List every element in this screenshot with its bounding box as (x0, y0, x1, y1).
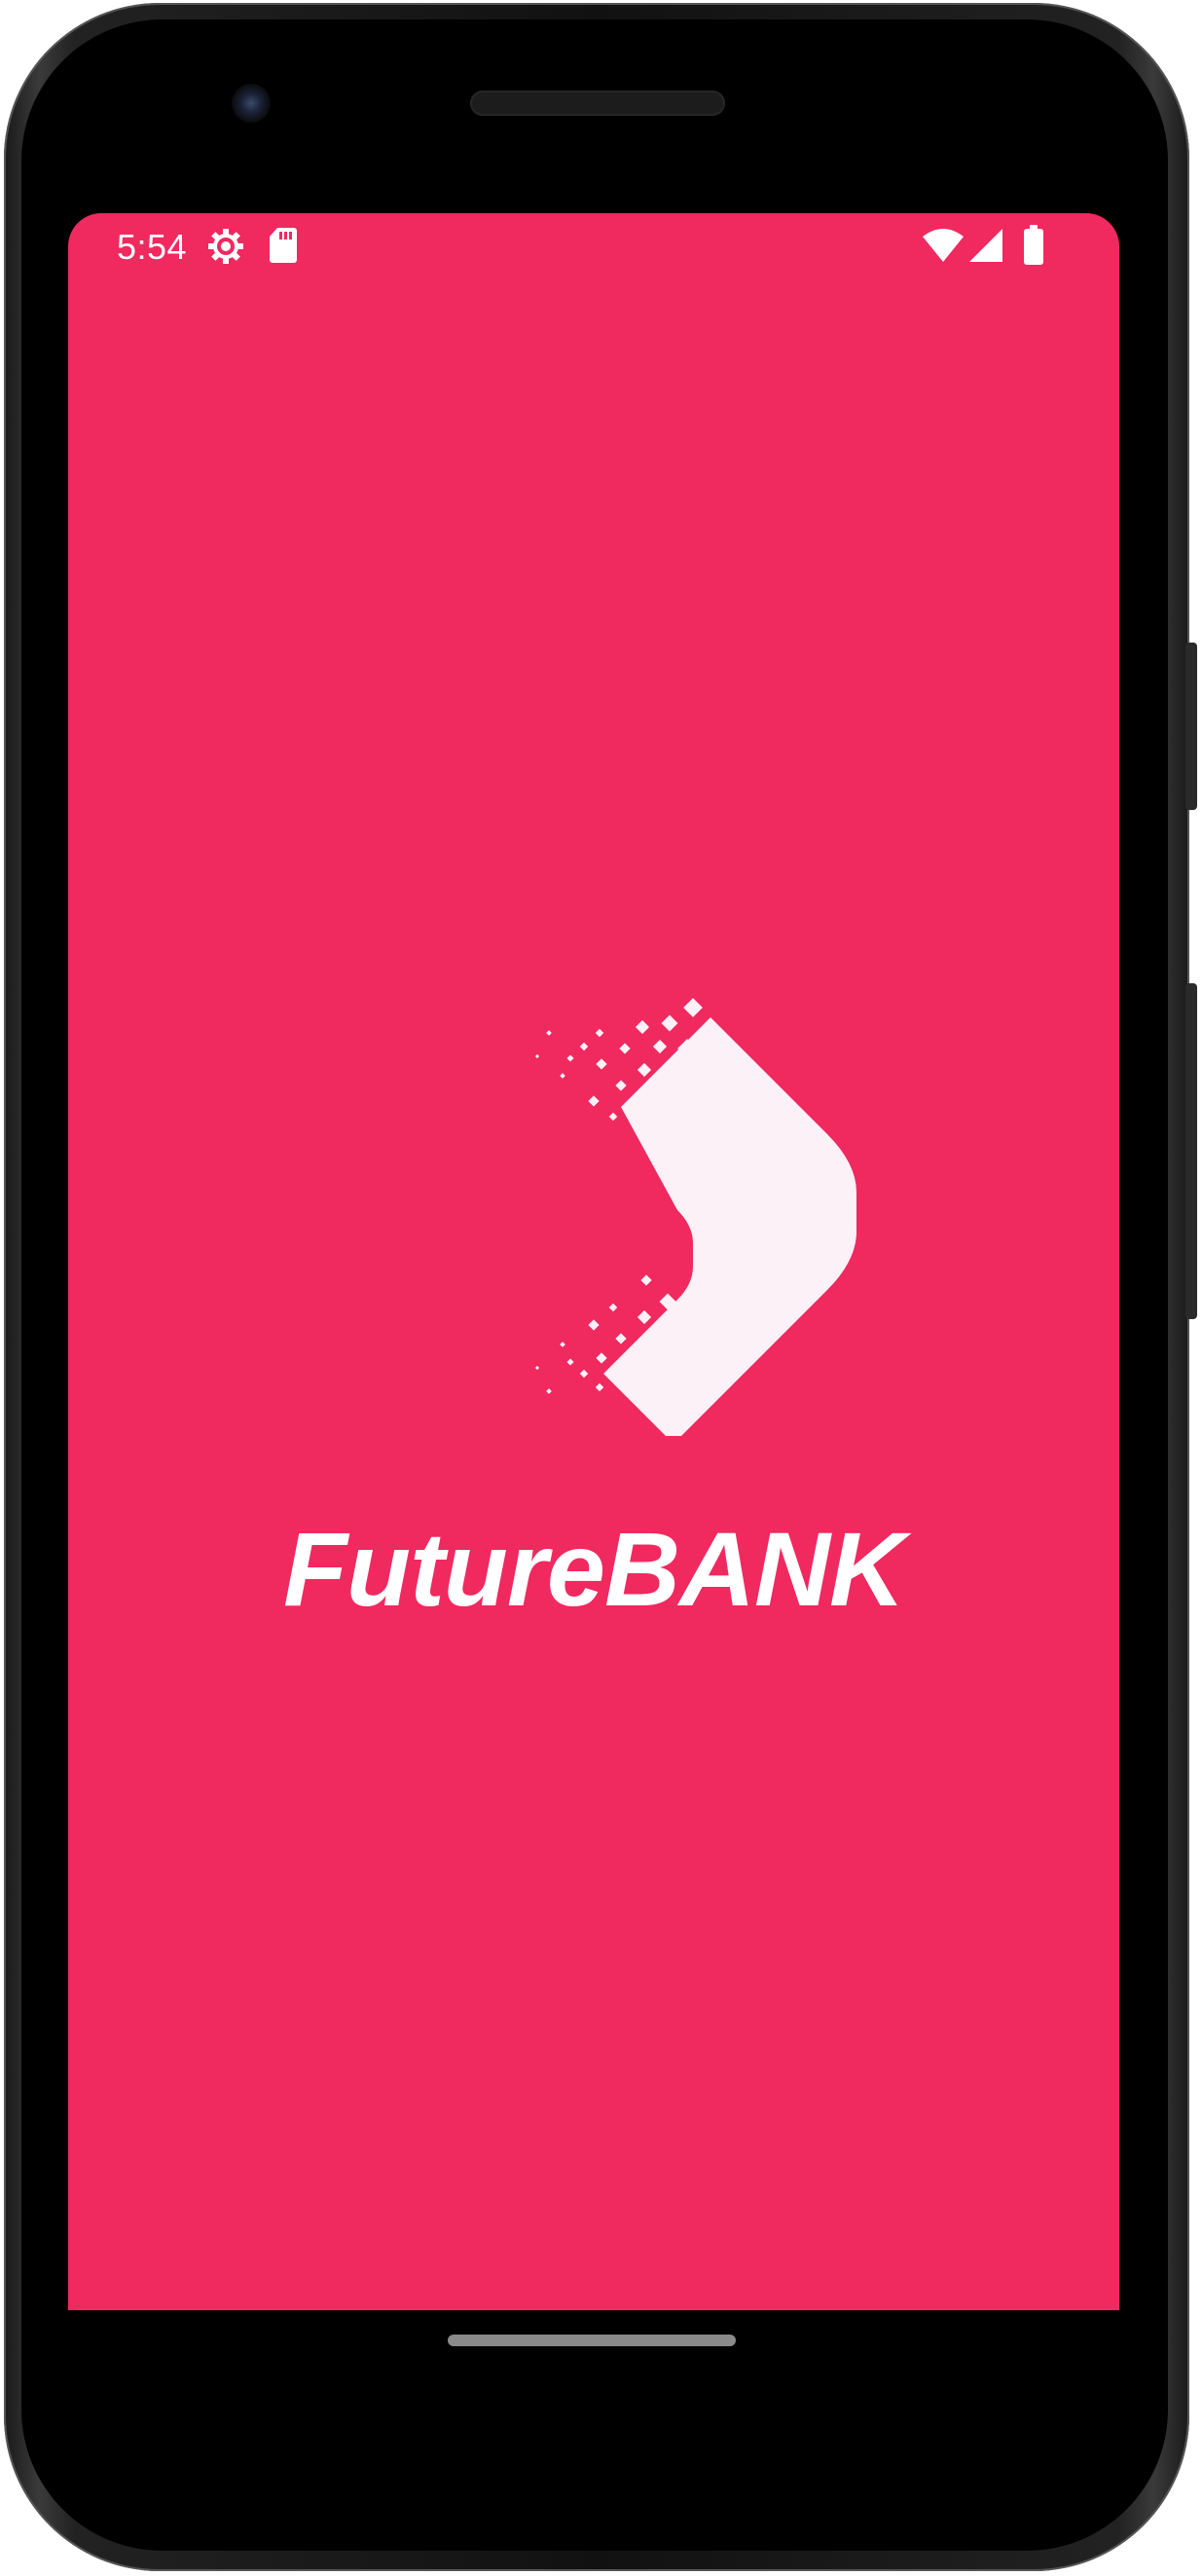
logo-pixel (588, 1319, 600, 1331)
logo-pixel (608, 1303, 618, 1312)
logo-pixel (560, 1073, 565, 1079)
logo-pixel (534, 1053, 540, 1059)
chevron-pixel-logo (534, 998, 856, 1436)
earpiece-speaker (470, 91, 725, 116)
status-time: 5:54 (117, 227, 188, 267)
logo-pixel (615, 1333, 627, 1344)
home-gesture-bar[interactable] (448, 2335, 736, 2346)
settings-gear-icon (208, 229, 243, 264)
logo-pixel (566, 1358, 574, 1366)
power-button (1185, 643, 1197, 810)
sd-card-icon (270, 228, 297, 263)
battery-icon (1024, 225, 1043, 265)
volume-button (1185, 983, 1197, 1319)
logo-pixel (546, 1388, 552, 1394)
logo-pixel (595, 1028, 604, 1038)
logo-pixel (566, 1054, 574, 1062)
splash-screen: 5:54 FutureBANK (68, 213, 1119, 2310)
phone-device-frame: 5:54 FutureBANK (0, 0, 1202, 2576)
logo-pixel (596, 1352, 607, 1364)
logo-pixel (595, 1382, 604, 1392)
app-name: FutureBANK (283, 1510, 905, 1628)
cell-signal-icon (969, 229, 1002, 262)
logo-pixel (608, 1112, 618, 1122)
logo-pixel (579, 1369, 589, 1379)
logo-pixel (588, 1095, 600, 1107)
logo-pixel (637, 1062, 652, 1078)
logo-pixel (546, 1030, 552, 1036)
logo-pixel (652, 1039, 668, 1054)
logo-pixel (661, 1014, 678, 1032)
wifi-icon (923, 229, 964, 262)
logo-pixel (579, 1042, 589, 1051)
logo-pixel (683, 998, 703, 1017)
status-bar: 5:54 (68, 213, 1119, 283)
chevron-body (603, 1017, 856, 1436)
logo-pixel (560, 1342, 565, 1347)
logo-pixel (596, 1058, 607, 1070)
logo-pixel (534, 1365, 540, 1371)
logo-pixel (615, 1080, 627, 1091)
front-camera-icon (232, 84, 271, 123)
logo-pixel (640, 1274, 652, 1286)
logo-pixel (619, 1043, 631, 1054)
logo-pixel (635, 1019, 650, 1035)
logo-pixel (637, 1309, 652, 1325)
